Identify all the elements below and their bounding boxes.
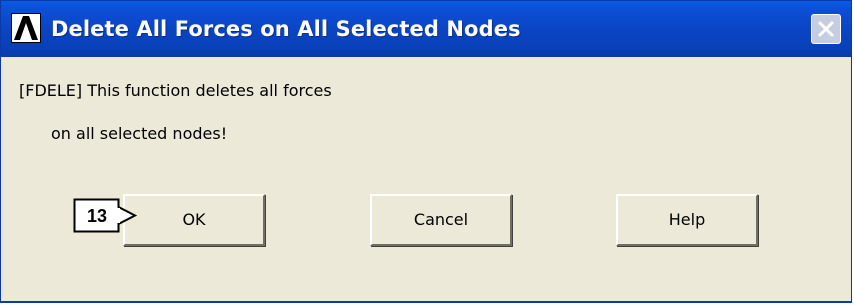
dialog-title: Delete All Forces on All Selected Nodes bbox=[51, 17, 521, 41]
close-icon bbox=[818, 21, 834, 37]
title-bar[interactable]: Delete All Forces on All Selected Nodes bbox=[1, 1, 851, 57]
message-text-line-2: on all selected nodes! bbox=[51, 124, 228, 143]
ok-button[interactable]: OK bbox=[123, 194, 265, 246]
dialog-window: Delete All Forces on All Selected Nodes … bbox=[0, 0, 852, 303]
ansys-logo-icon bbox=[11, 13, 41, 43]
cancel-button[interactable]: Cancel bbox=[370, 194, 512, 246]
step-callout: 13 bbox=[73, 198, 139, 234]
message-text-line-1: [FDELE] This function deletes all forces bbox=[19, 81, 332, 100]
help-button[interactable]: Help bbox=[616, 194, 758, 246]
step-number: 13 bbox=[86, 206, 108, 226]
close-button[interactable] bbox=[811, 14, 841, 44]
